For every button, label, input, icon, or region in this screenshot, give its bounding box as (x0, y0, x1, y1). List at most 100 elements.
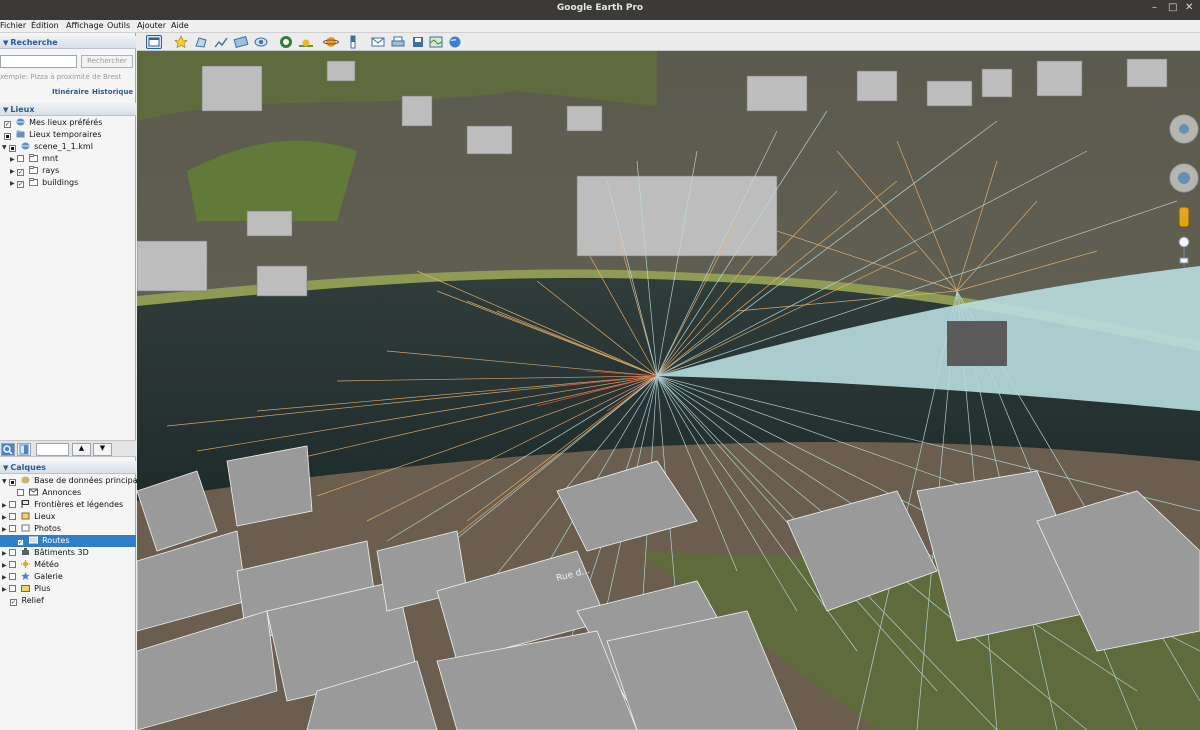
pegman-icon[interactable] (1178, 206, 1190, 228)
folder-icon (20, 585, 30, 592)
place-label: rays (42, 166, 60, 175)
layer-item-borders[interactable]: ▶ Frontières et légendes (2, 499, 123, 511)
photo-icon (21, 524, 30, 532)
add-path-button[interactable] (213, 35, 229, 49)
globe-layers-icon (16, 118, 25, 126)
checkbox[interactable]: ✓ (17, 181, 24, 188)
checkbox[interactable] (9, 513, 16, 520)
places-panel-header[interactable]: ▼ Lieux (0, 103, 136, 116)
sidebar-toggle-button[interactable] (146, 35, 162, 49)
add-placemark-button[interactable] (173, 35, 189, 49)
image-overlay-icon (233, 35, 249, 49)
place-item-temporary[interactable]: ▪ Lieux temporaires (4, 129, 101, 141)
search-panel-header[interactable]: ▼ Recherche (0, 36, 136, 49)
minimize-icon[interactable]: – (1152, 2, 1157, 13)
checkbox[interactable]: ▪ (9, 479, 16, 486)
sunlight-button[interactable] (298, 35, 314, 49)
layer-item-photos[interactable]: ▶ Photos (2, 523, 61, 535)
checkbox[interactable] (17, 489, 24, 496)
itinerary-link[interactable]: Itinéraire (52, 88, 89, 96)
move-up-button[interactable]: ▲ (72, 443, 91, 456)
email-button[interactable] (370, 35, 386, 49)
zoom-slider-thumb[interactable] (1179, 257, 1189, 264)
checkbox[interactable] (9, 561, 16, 568)
layer-item-relief[interactable]: ✓ Relief (10, 595, 44, 607)
history-imagery-button[interactable] (278, 35, 294, 49)
history-link[interactable]: Historique (92, 88, 133, 96)
collapse-icon: ▼ (3, 464, 9, 472)
menu-outils[interactable]: Outils (107, 21, 130, 30)
checkbox[interactable]: ✓ (17, 539, 24, 546)
menu-affichage[interactable]: Affichage (66, 21, 104, 30)
add-polygon-button[interactable] (193, 35, 209, 49)
layer-item-more[interactable]: ▶ Plus (2, 583, 50, 595)
place-item-rays[interactable]: ▶ ✓ rays (10, 165, 59, 177)
record-tour-button[interactable] (253, 35, 269, 49)
scene-svg[interactable]: Rue d... (137, 51, 1200, 730)
layer-item-annonces[interactable]: Annonces (10, 487, 81, 499)
place-item-favorites[interactable]: ✓ Mes lieux préférés (4, 117, 102, 129)
checkbox[interactable]: ✓ (10, 599, 17, 606)
checkbox[interactable] (9, 573, 16, 580)
earth-view-button[interactable] (447, 35, 463, 49)
maximize-icon[interactable]: □ (1168, 2, 1177, 13)
layer-item-3d-buildings[interactable]: ▶ Bâtiments 3D (2, 547, 89, 559)
ruler-icon (350, 35, 356, 49)
menu-edition[interactable]: Édition (31, 21, 59, 30)
folder-icon (28, 166, 38, 174)
layer-item-weather[interactable]: ▶ Météo (2, 559, 59, 571)
place-item-buildings[interactable]: ▶ ✓ buildings (10, 177, 78, 189)
places-filter-input[interactable] (36, 443, 69, 456)
checkbox[interactable] (9, 525, 16, 532)
map-3d-view[interactable]: Rue d... (137, 51, 1200, 730)
layer-item-routes[interactable]: ✓ Routes (0, 535, 136, 547)
checkbox[interactable] (9, 549, 16, 556)
close-icon[interactable]: ✕ (1185, 2, 1193, 13)
sun-icon (20, 560, 30, 568)
planet-icon (323, 37, 339, 47)
look-joystick-center[interactable] (1179, 124, 1189, 134)
zoom-in-icon[interactable] (1178, 236, 1190, 248)
search-button[interactable]: Rechercher (81, 55, 133, 68)
save-image-button[interactable] (410, 35, 426, 49)
expand-arrow-icon[interactable]: ▼ (2, 142, 9, 154)
place-item-kml[interactable]: ▼ ▪ scene_1_1.kml (2, 141, 93, 153)
ruler-button[interactable] (345, 35, 361, 49)
panel-toggle-button[interactable] (17, 443, 31, 456)
checkbox[interactable]: ▪ (4, 133, 11, 140)
add-overlay-button[interactable] (233, 35, 249, 49)
move-down-button[interactable]: ▼ (93, 443, 112, 456)
central-building (947, 321, 1007, 366)
menu-ajouter[interactable]: Ajouter (137, 21, 166, 30)
place-item-mnt[interactable]: ▶ mnt (10, 153, 58, 165)
layer-label: Plus (34, 584, 51, 593)
folder-layers-icon (16, 130, 25, 138)
layer-item-lieux[interactable]: ▶ Lieux (2, 511, 56, 523)
title-bar: Google Earth Pro – □ ✕ (0, 0, 1200, 20)
checkbox[interactable]: ✓ (17, 169, 24, 176)
menu-aide[interactable]: Aide (171, 21, 189, 30)
print-button[interactable] (390, 35, 406, 49)
maps-button[interactable] (428, 35, 444, 49)
menu-fichier[interactable]: Fichier (0, 21, 26, 30)
checkbox[interactable]: ▪ (9, 145, 16, 152)
checkbox[interactable] (9, 501, 16, 508)
checkbox[interactable]: ✓ (4, 121, 11, 128)
search-header-label: Recherche (10, 38, 58, 47)
planets-button[interactable] (323, 35, 339, 49)
expand-arrow-icon[interactable]: ▶ (2, 584, 9, 596)
layer-item-gallery[interactable]: ▶ Galerie (2, 571, 63, 583)
search-input[interactable] (0, 55, 77, 68)
layers-panel-header[interactable]: ▼ Calques (0, 461, 136, 474)
tour-icon (254, 37, 268, 47)
checkbox[interactable] (9, 585, 16, 592)
checkbox[interactable] (17, 155, 24, 162)
layer-item-main-db[interactable]: ▼ ▪ Base de données principale (2, 475, 145, 487)
envelope-icon (28, 488, 38, 496)
move-joystick-center[interactable] (1178, 172, 1190, 184)
window-title: Google Earth Pro (556, 3, 644, 13)
expand-arrow-icon[interactable]: ▼ (2, 476, 9, 488)
search-places-button[interactable] (1, 443, 15, 456)
place-marker-icon (21, 512, 30, 520)
expand-arrow-icon[interactable]: ▶ (10, 178, 17, 190)
